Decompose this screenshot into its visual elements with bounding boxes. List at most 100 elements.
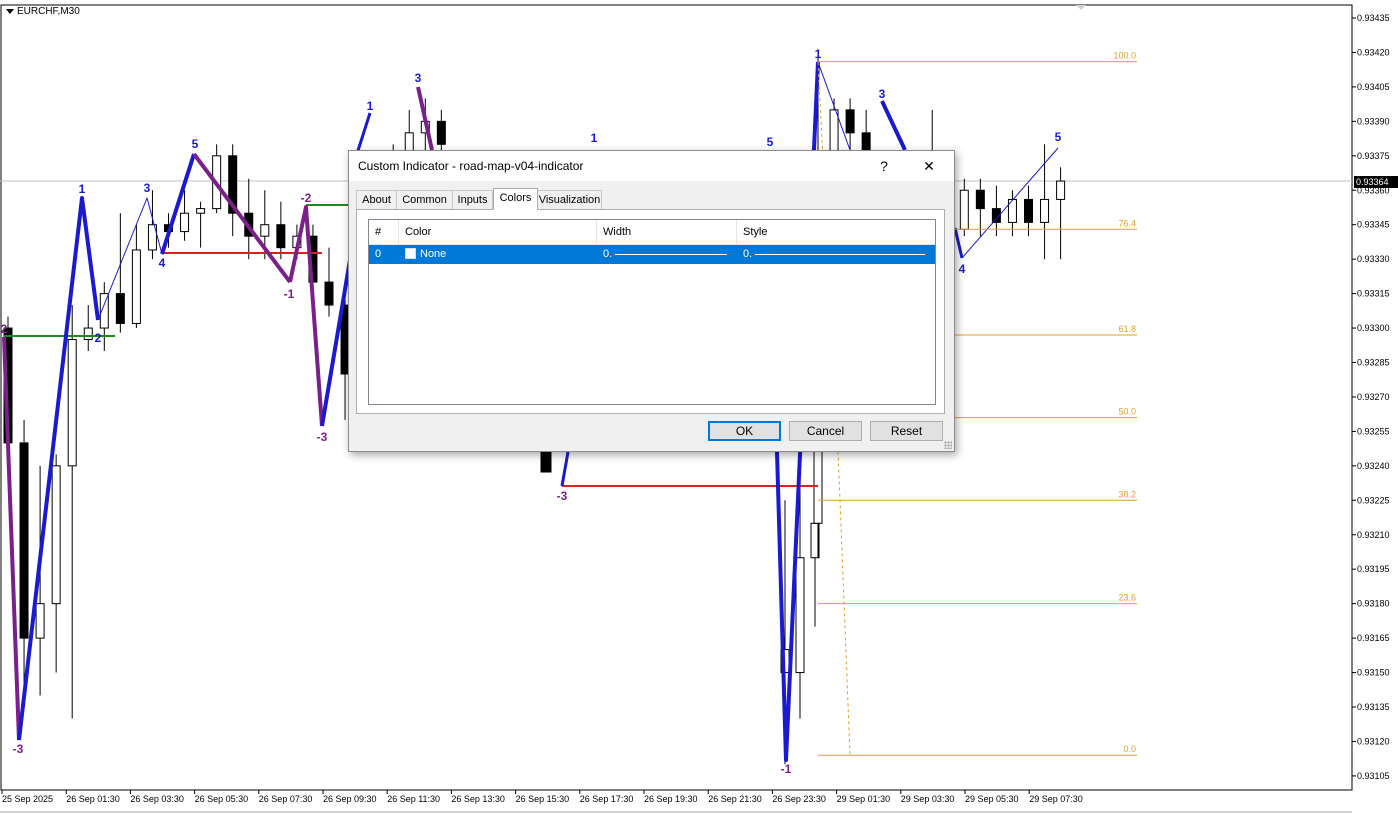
candle-body: [436, 120, 446, 145]
fib-level-label: 38.2: [1118, 489, 1136, 499]
colors-panel: # Color Width Style 0 None 0. 0.: [356, 209, 945, 414]
candle-body: [196, 208, 206, 214]
time-axis-label: 26 Sep 09:30: [323, 794, 377, 804]
price-axis-label: 0.93345: [1357, 220, 1390, 230]
custom-indicator-dialog: Custom Indicator - road-map-v04-indicato…: [348, 150, 955, 452]
candle-body: [1024, 198, 1033, 223]
wave-label: 4: [159, 256, 166, 270]
time-axis-label: 29 Sep 07:30: [1029, 794, 1083, 804]
current-price-badge: 0.93364: [1354, 176, 1398, 188]
tab-colors[interactable]: Colors: [493, 188, 538, 210]
price-axis-label: 0.93210: [1357, 530, 1390, 540]
price-axis-label: 0.93195: [1357, 564, 1390, 574]
symbol-menu-icon[interactable]: [6, 8, 14, 14]
time-axis-label: 29 Sep 03:30: [901, 794, 955, 804]
wave-label: 2: [1, 322, 8, 336]
wave-label: 1: [367, 99, 374, 113]
symbol-label: EURCHF,M30: [6, 6, 80, 17]
resize-grip-icon[interactable]: [944, 441, 952, 449]
fib-level-label: 23.6: [1118, 593, 1136, 603]
candle-body: [131, 249, 141, 324]
candle-body: [115, 293, 125, 324]
row-color-cell[interactable]: None: [399, 245, 597, 264]
fib-level-label: 61.8: [1118, 324, 1136, 334]
row-style-label: 0.: [743, 248, 753, 260]
cancel-button[interactable]: Cancel: [789, 421, 862, 441]
row-index: 0: [375, 248, 382, 260]
width-line-sample: [615, 254, 727, 255]
list-header: # Color Width Style: [369, 220, 935, 245]
price-axis-label: 0.93150: [1357, 668, 1390, 678]
dialog-title: Custom Indicator - road-map-v04-indicato…: [358, 159, 584, 173]
colors-list[interactable]: # Color Width Style 0 None 0. 0.: [368, 219, 936, 405]
price-axis-label: 0.93240: [1357, 461, 1390, 471]
tab-common[interactable]: Common: [396, 190, 453, 209]
row-color-label: None: [420, 248, 447, 260]
candle-body: [35, 603, 45, 639]
wave-label: -2: [301, 191, 312, 205]
price-axis-label: 0.93330: [1357, 254, 1390, 264]
price-axis-label: 0.93255: [1357, 426, 1390, 436]
ok-button[interactable]: OK: [708, 421, 781, 441]
candle-body: [1056, 180, 1066, 200]
tab-visualization[interactable]: Visualization: [537, 190, 602, 209]
wave-label: 5: [192, 137, 199, 151]
wave-label: 5: [767, 135, 774, 149]
wave-label: -3: [557, 489, 568, 503]
dialog-titlebar[interactable]: Custom Indicator - road-map-v04-indicato…: [349, 151, 954, 181]
wave-label: 1: [815, 47, 822, 61]
candle-body: [51, 465, 61, 605]
time-axis-label: 26 Sep 01:30: [66, 794, 120, 804]
fib-level-label: 50.0: [1118, 407, 1136, 417]
close-icon[interactable]: ✕: [909, 151, 949, 181]
row-width-label: 0.: [603, 248, 613, 260]
time-axis-label: 26 Sep 21:30: [708, 794, 762, 804]
price-axis-label: 0.93165: [1357, 633, 1390, 643]
candle-body: [19, 442, 29, 639]
wave-label: -3: [13, 742, 24, 756]
candle-body: [324, 281, 334, 306]
price-axis-label: 0.93420: [1357, 47, 1390, 57]
color-swatch: [405, 248, 416, 259]
candle-body: [795, 557, 805, 674]
time-axis-label: 26 Sep 05:30: [195, 794, 249, 804]
column-color[interactable]: Color: [399, 220, 597, 244]
tab-about[interactable]: About: [356, 190, 397, 209]
wave-label: -3: [317, 430, 328, 444]
column-width[interactable]: Width: [597, 220, 737, 244]
candle-body: [83, 327, 93, 341]
list-item[interactable]: 0 None 0. 0.: [369, 245, 935, 264]
row-style-cell[interactable]: 0.: [737, 245, 935, 264]
wave-label: 1: [591, 131, 598, 145]
time-axis-label: 26 Sep 17:30: [580, 794, 634, 804]
wave-label: -1: [781, 762, 792, 776]
price-axis-label: 0.93375: [1357, 151, 1390, 161]
candle-body: [260, 224, 270, 237]
time-axis-label: 26 Sep 13:30: [451, 794, 505, 804]
style-line-sample: [755, 254, 925, 255]
price-axis-label: 0.93120: [1357, 736, 1390, 746]
column-index[interactable]: #: [369, 220, 399, 244]
wave-label: 2: [95, 331, 102, 345]
tab-inputs[interactable]: Inputs: [452, 190, 493, 209]
reset-button[interactable]: Reset: [870, 421, 943, 441]
time-axis-label: 26 Sep 15:30: [516, 794, 570, 804]
time-axis-label: 26 Sep 03:30: [130, 794, 184, 804]
time-axis-label: 29 Sep 01:30: [837, 794, 891, 804]
price-axis-label: 0.93270: [1357, 392, 1390, 402]
row-width-cell[interactable]: 0.: [597, 245, 737, 264]
candle-body: [845, 109, 855, 134]
price-axis-label: 0.93285: [1357, 358, 1390, 368]
help-button[interactable]: ?: [864, 151, 904, 181]
price-axis-label: 0.93315: [1357, 289, 1390, 299]
price-axis-label: 0.93435: [1357, 13, 1390, 23]
column-style[interactable]: Style: [737, 220, 935, 244]
wave-label: 3: [879, 87, 886, 101]
time-axis-label: 26 Sep 07:30: [259, 794, 313, 804]
price-axis-label: 0.93225: [1357, 495, 1390, 505]
fib-level-label: 100.0: [1113, 51, 1136, 61]
wave-label: 3: [415, 71, 422, 85]
candle-body: [1040, 198, 1050, 223]
time-axis-label: 26 Sep 23:30: [772, 794, 826, 804]
time-axis-label: 25 Sep 2025: [2, 794, 53, 804]
